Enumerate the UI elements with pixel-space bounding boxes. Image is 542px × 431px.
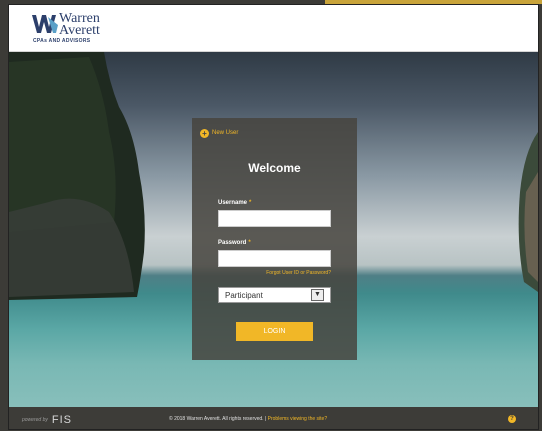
- forgot-credentials-link[interactable]: Forgot User ID or Password?: [266, 270, 331, 276]
- hero-background: + New User Welcome Username * Password * F…: [9, 52, 538, 407]
- browser-frame: Warren Averett CPAs AND ADVISORS + New U…: [0, 0, 542, 431]
- problems-viewing-link[interactable]: Problems viewing the site?: [268, 416, 327, 422]
- new-user-link[interactable]: + New User: [200, 127, 238, 139]
- password-field[interactable]: [218, 250, 331, 267]
- role-select-value: Participant: [225, 290, 263, 300]
- username-label-text: Username: [218, 200, 248, 206]
- logo-w-mark-icon: [32, 15, 58, 33]
- username-label: Username *: [218, 200, 251, 206]
- plus-circle-icon: +: [200, 128, 209, 138]
- new-user-label: New User: [212, 130, 239, 136]
- role-select[interactable]: Participant ▼: [218, 287, 331, 303]
- left-cliff-image: [9, 52, 145, 300]
- logo-name-line2: Averett: [59, 23, 100, 38]
- chevron-down-icon[interactable]: ▼: [311, 289, 324, 301]
- powered-by: powered by FIS: [22, 414, 72, 426]
- right-cliff-image: [518, 132, 538, 292]
- username-field[interactable]: [218, 210, 331, 227]
- required-marker: *: [248, 240, 251, 246]
- help-icon[interactable]: ?: [508, 415, 516, 423]
- login-button[interactable]: LOGIN: [236, 322, 313, 341]
- copyright-text: © 2018 Warren Averett. All rights reserv…: [169, 416, 327, 422]
- required-marker: *: [249, 200, 252, 206]
- warren-averett-logo[interactable]: Warren Averett CPAs AND ADVISORS: [32, 11, 142, 47]
- password-label: Password *: [218, 240, 251, 246]
- powered-by-text: powered by: [22, 417, 48, 423]
- fis-logo: FIS: [51, 414, 72, 426]
- password-label-text: Password: [218, 240, 247, 246]
- logo-tagline: CPAs AND ADVISORS: [33, 38, 91, 44]
- site-footer: powered by FIS © 2018 Warren Averett. Al…: [9, 407, 538, 429]
- page-window: Warren Averett CPAs AND ADVISORS + New U…: [8, 4, 539, 430]
- login-panel: + New User Welcome Username * Password * F…: [192, 118, 357, 360]
- welcome-heading: Welcome: [248, 161, 301, 175]
- site-header: Warren Averett CPAs AND ADVISORS: [9, 5, 538, 52]
- copyright-notice: © 2018 Warren Averett. All rights reserv…: [169, 416, 267, 422]
